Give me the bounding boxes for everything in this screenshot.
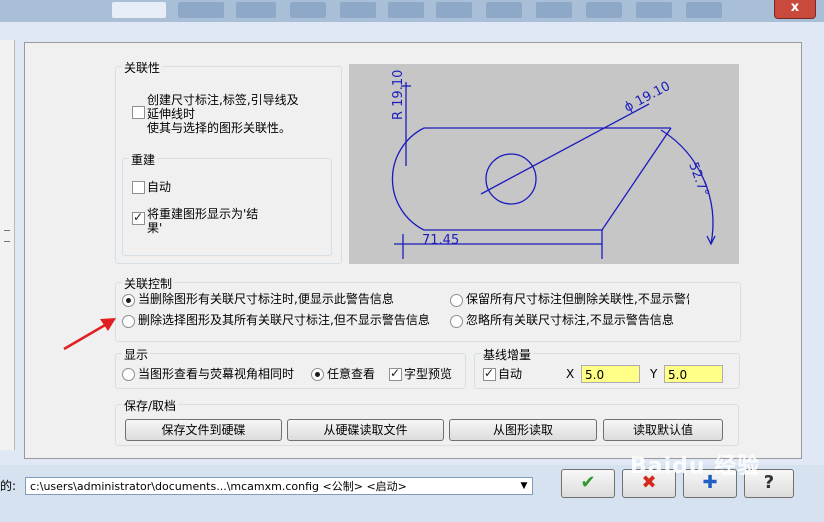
tab[interactable]: [178, 2, 224, 18]
assoc-option-ignore-label: 忽略所有关联尺寸标注,不显示警告信息: [466, 313, 674, 327]
tab[interactable]: [236, 2, 276, 18]
rebuild-display-label: 将重建图形显示为'结 果': [147, 207, 259, 235]
tab[interactable]: [636, 2, 672, 18]
tab-active[interactable]: [112, 2, 166, 18]
display-title: 显示: [122, 346, 151, 363]
display-same-view-radio[interactable]: [122, 368, 135, 381]
preview-diameter-leader: [480, 103, 650, 195]
read-from-graphics-button[interactable]: 从图形读取: [449, 419, 597, 441]
tab[interactable]: [290, 2, 326, 18]
window-close-button[interactable]: x: [774, 0, 816, 19]
display-any-view-label: 任意查看: [327, 367, 376, 381]
assoc-option-keep-radio[interactable]: [450, 294, 463, 307]
annotation-arrow-icon: [63, 318, 116, 351]
assoc-option-delete-label: 删除选择图形及其所有关联尺寸标注,但不显示警告信息: [138, 313, 430, 327]
save-load-title: 保存/取档: [122, 397, 179, 414]
config-file-select[interactable]: c:\users\administrator\documents...\mcam…: [25, 477, 533, 495]
baseline-auto-checkbox[interactable]: [483, 366, 496, 381]
create-association-label: 创建尺寸标注,标签,引导线及 延伸线时 使其与选择的图形关联性。: [147, 93, 299, 135]
assoc-control-group: 关联控制: [115, 275, 741, 342]
left-scrollbar[interactable]: [0, 40, 15, 450]
rebuild-title: 重建: [129, 151, 158, 168]
association-title: 关联性: [122, 59, 163, 76]
assoc-control-title: 关联控制: [122, 275, 175, 292]
load-defaults-button[interactable]: 读取默认值: [603, 419, 723, 441]
baseline-y-label: Y: [650, 367, 658, 381]
watermark: Baidu 经验: [630, 454, 761, 479]
tab[interactable]: [436, 2, 472, 18]
config-path-text: c:\users\administrator\documents...\mcam…: [30, 480, 407, 493]
assoc-option-ignore-radio[interactable]: [450, 315, 463, 328]
help-icon: ?: [763, 472, 775, 493]
save-to-disk-button[interactable]: 保存文件到硬碟: [125, 419, 282, 441]
config-prefix-label: 的:: [0, 479, 17, 493]
baseline-x-label: X: [566, 367, 575, 381]
assoc-option-warn-radio[interactable]: [122, 294, 135, 307]
dimension-preview: R 19.10 ϕ 19.10 52.7° 71.45: [349, 64, 739, 264]
assoc-option-delete-radio[interactable]: [122, 315, 135, 328]
ok-button[interactable]: ✔: [561, 469, 615, 498]
tab[interactable]: [388, 2, 424, 18]
preview-diameter-text: ϕ 19.10: [622, 79, 673, 116]
display-same-view-label: 当图形查看与荧幕视角相同时: [138, 367, 295, 381]
font-preview-label: 字型预览: [404, 367, 453, 381]
read-from-disk-button[interactable]: 从硬碟读取文件: [287, 419, 444, 441]
tab[interactable]: [586, 2, 622, 18]
tab[interactable]: [686, 2, 722, 18]
rebuild-display-checkbox[interactable]: [132, 210, 145, 225]
tab[interactable]: [486, 2, 522, 18]
baseline-y-input[interactable]: 5.0: [664, 365, 723, 383]
preview-slot-outline: [391, 127, 602, 231]
scroll-grip-icon[interactable]: [4, 230, 10, 242]
preview-length-text: 71.45: [422, 233, 459, 248]
top-tab-strip: [0, 0, 824, 22]
baseline-title: 基线增量: [481, 346, 534, 363]
rebuild-auto-checkbox[interactable]: [132, 181, 145, 194]
create-association-checkbox[interactable]: [132, 106, 145, 119]
tab[interactable]: [340, 2, 376, 18]
tab[interactable]: [536, 2, 572, 18]
preview-slant-line: [601, 127, 672, 231]
preview-radius-text: R 19.10: [391, 70, 406, 120]
display-any-view-radio[interactable]: [311, 368, 324, 381]
baseline-auto-label: 自动: [498, 367, 523, 381]
preview-circle: [485, 153, 537, 205]
checkmark-icon: ✔: [580, 472, 596, 493]
chevron-down-icon[interactable]: ▼: [516, 478, 532, 494]
assoc-option-keep-label: 保留所有尺寸标注但删除关联性,不显示警告: [466, 292, 689, 306]
preview-drawing: R 19.10 ϕ 19.10 52.7° 71.45: [391, 70, 716, 259]
font-preview-checkbox[interactable]: [389, 366, 402, 381]
close-icon: x: [790, 0, 800, 15]
assoc-option-warn-label: 当删除图形有关联尺寸标注时,便显示此警告信息: [138, 292, 394, 306]
rebuild-auto-label: 自动: [147, 180, 172, 194]
preview-angle-text: 52.7°: [685, 160, 711, 198]
baseline-x-input[interactable]: 5.0: [581, 365, 640, 383]
